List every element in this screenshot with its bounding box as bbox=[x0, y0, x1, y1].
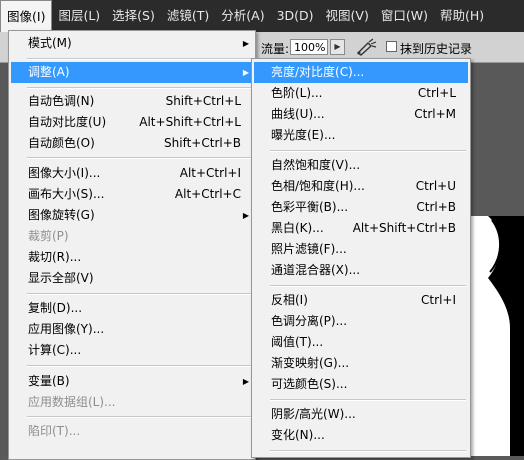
menu-analysis[interactable]: 分析(A) bbox=[215, 0, 270, 32]
menu-item-black-white[interactable]: 黑白(K)... Alt+Shift+Ctrl+B bbox=[254, 218, 468, 239]
menu-item-gradient-map[interactable]: 渐变映射(G)... bbox=[254, 353, 468, 374]
history-checkbox[interactable] bbox=[386, 41, 397, 52]
menu-item-exposure[interactable]: 曝光度(E)... bbox=[254, 125, 468, 146]
flow-dropdown-button[interactable]: ▶ bbox=[330, 39, 345, 55]
menu-item-photo-filter[interactable]: 照片滤镜(F)... bbox=[254, 239, 468, 260]
adjust-submenu: 亮度/对比度(C)... 色阶(L)... Ctrl+L 曲线(U)... Ctrl… bbox=[251, 58, 471, 458]
menu-item-variables[interactable]: 变量(B) ▶ bbox=[11, 371, 253, 392]
menu-item-invert[interactable]: 反相(I) Ctrl+I bbox=[254, 290, 468, 311]
menu-item-mode[interactable]: 模式(M) ▶ bbox=[11, 33, 253, 54]
submenu-arrow-icon: ▶ bbox=[242, 211, 249, 220]
submenu-arrow-icon: ▶ bbox=[242, 68, 249, 77]
image-menu: 模式(M) ▶ 调整(A) ▶ 自动色调(N) Shift+Ctrl+L 自动对比度(… bbox=[8, 30, 256, 460]
menu-filter[interactable]: 滤镜(T) bbox=[161, 0, 215, 32]
menu-item-levels[interactable]: 色阶(L)... Ctrl+L bbox=[254, 83, 468, 104]
flow-input[interactable]: 100% bbox=[290, 39, 328, 55]
menu-item-calculations[interactable]: 计算(C)... bbox=[11, 340, 253, 361]
menu-bar: 图像(I) 图层(L) 选择(S) 滤镜(T) 分析(A) 3D(D) 视图(V… bbox=[0, 0, 524, 33]
separator bbox=[27, 416, 251, 418]
menu-item-auto-color[interactable]: 自动颜色(O) Shift+Ctrl+B bbox=[11, 133, 253, 154]
menu-item-curves[interactable]: 曲线(U)... Ctrl+M bbox=[254, 104, 468, 125]
menu-layer[interactable]: 图层(L) bbox=[52, 0, 106, 32]
history-label: 抹到历史记录 bbox=[400, 42, 473, 56]
menu-item-image-size[interactable]: 图像大小(I)... Alt+Ctrl+I bbox=[11, 163, 253, 184]
menu-item-hue-saturation[interactable]: 色相/饱和度(H)... Ctrl+U bbox=[254, 176, 468, 197]
menu-item-selective-color[interactable]: 可选颜色(S)... bbox=[254, 374, 468, 395]
menu-item-channel-mixer[interactable]: 通道混合器(X)... bbox=[254, 260, 468, 281]
separator bbox=[270, 285, 466, 287]
submenu-arrow-icon: ▶ bbox=[242, 377, 249, 386]
menu-item-auto-contrast[interactable]: 自动对比度(U) Alt+Shift+Ctrl+L bbox=[11, 112, 253, 133]
menu-item-brightness-contrast[interactable]: 亮度/对比度(C)... bbox=[254, 62, 468, 83]
menu-item-crop: 裁剪(P) bbox=[28, 229, 69, 243]
separator bbox=[270, 150, 466, 152]
menu-window[interactable]: 窗口(W) bbox=[375, 0, 434, 32]
separator bbox=[270, 450, 466, 452]
menu-item-variations[interactable]: 变化(N)... bbox=[254, 425, 468, 446]
menu-3d[interactable]: 3D(D) bbox=[271, 0, 320, 32]
menu-item-reveal-all[interactable]: 显示全部(V) bbox=[11, 268, 253, 289]
menu-help[interactable]: 帮助(H) bbox=[434, 0, 490, 32]
flow-label: 流量: bbox=[261, 42, 290, 56]
menu-item-trim[interactable]: 裁切(R)... bbox=[11, 247, 253, 268]
separator bbox=[27, 365, 251, 367]
separator bbox=[27, 157, 251, 159]
separator bbox=[27, 58, 251, 60]
menu-item-color-balance[interactable]: 色彩平衡(B)... Ctrl+B bbox=[254, 197, 468, 218]
airbrush-icon[interactable] bbox=[355, 38, 379, 56]
menu-item-shadows-highlights[interactable]: 阴影/高光(W)... bbox=[254, 404, 468, 425]
menu-image[interactable]: 图像(I) bbox=[0, 0, 53, 33]
menu-item-trap: 陷印(T)... bbox=[28, 424, 81, 438]
menu-item-threshold[interactable]: 阈值(T)... bbox=[254, 332, 468, 353]
separator bbox=[270, 399, 466, 401]
menu-item-image-rotation[interactable]: 图像旋转(G) ▶ bbox=[11, 205, 253, 226]
menu-item-apply-image[interactable]: 应用图像(Y)... bbox=[11, 319, 253, 340]
menu-item-vibrance[interactable]: 自然饱和度(V)... bbox=[254, 155, 468, 176]
submenu-arrow-icon: ▶ bbox=[242, 39, 249, 48]
menu-item-apply-data-set: 应用数据组(L)... bbox=[28, 395, 116, 409]
menu-view[interactable]: 视图(V) bbox=[320, 0, 375, 32]
menu-select[interactable]: 选择(S) bbox=[106, 0, 161, 32]
separator bbox=[27, 293, 251, 295]
menu-item-posterize[interactable]: 色调分离(P)... bbox=[254, 311, 468, 332]
menu-item-duplicate[interactable]: 复制(D)... bbox=[11, 298, 253, 319]
separator bbox=[27, 87, 251, 89]
menu-item-auto-tone[interactable]: 自动色调(N) Shift+Ctrl+L bbox=[11, 91, 253, 112]
menu-item-adjust[interactable]: 调整(A) ▶ bbox=[11, 62, 253, 83]
menu-item-canvas-size[interactable]: 画布大小(S)... Alt+Ctrl+C bbox=[11, 184, 253, 205]
